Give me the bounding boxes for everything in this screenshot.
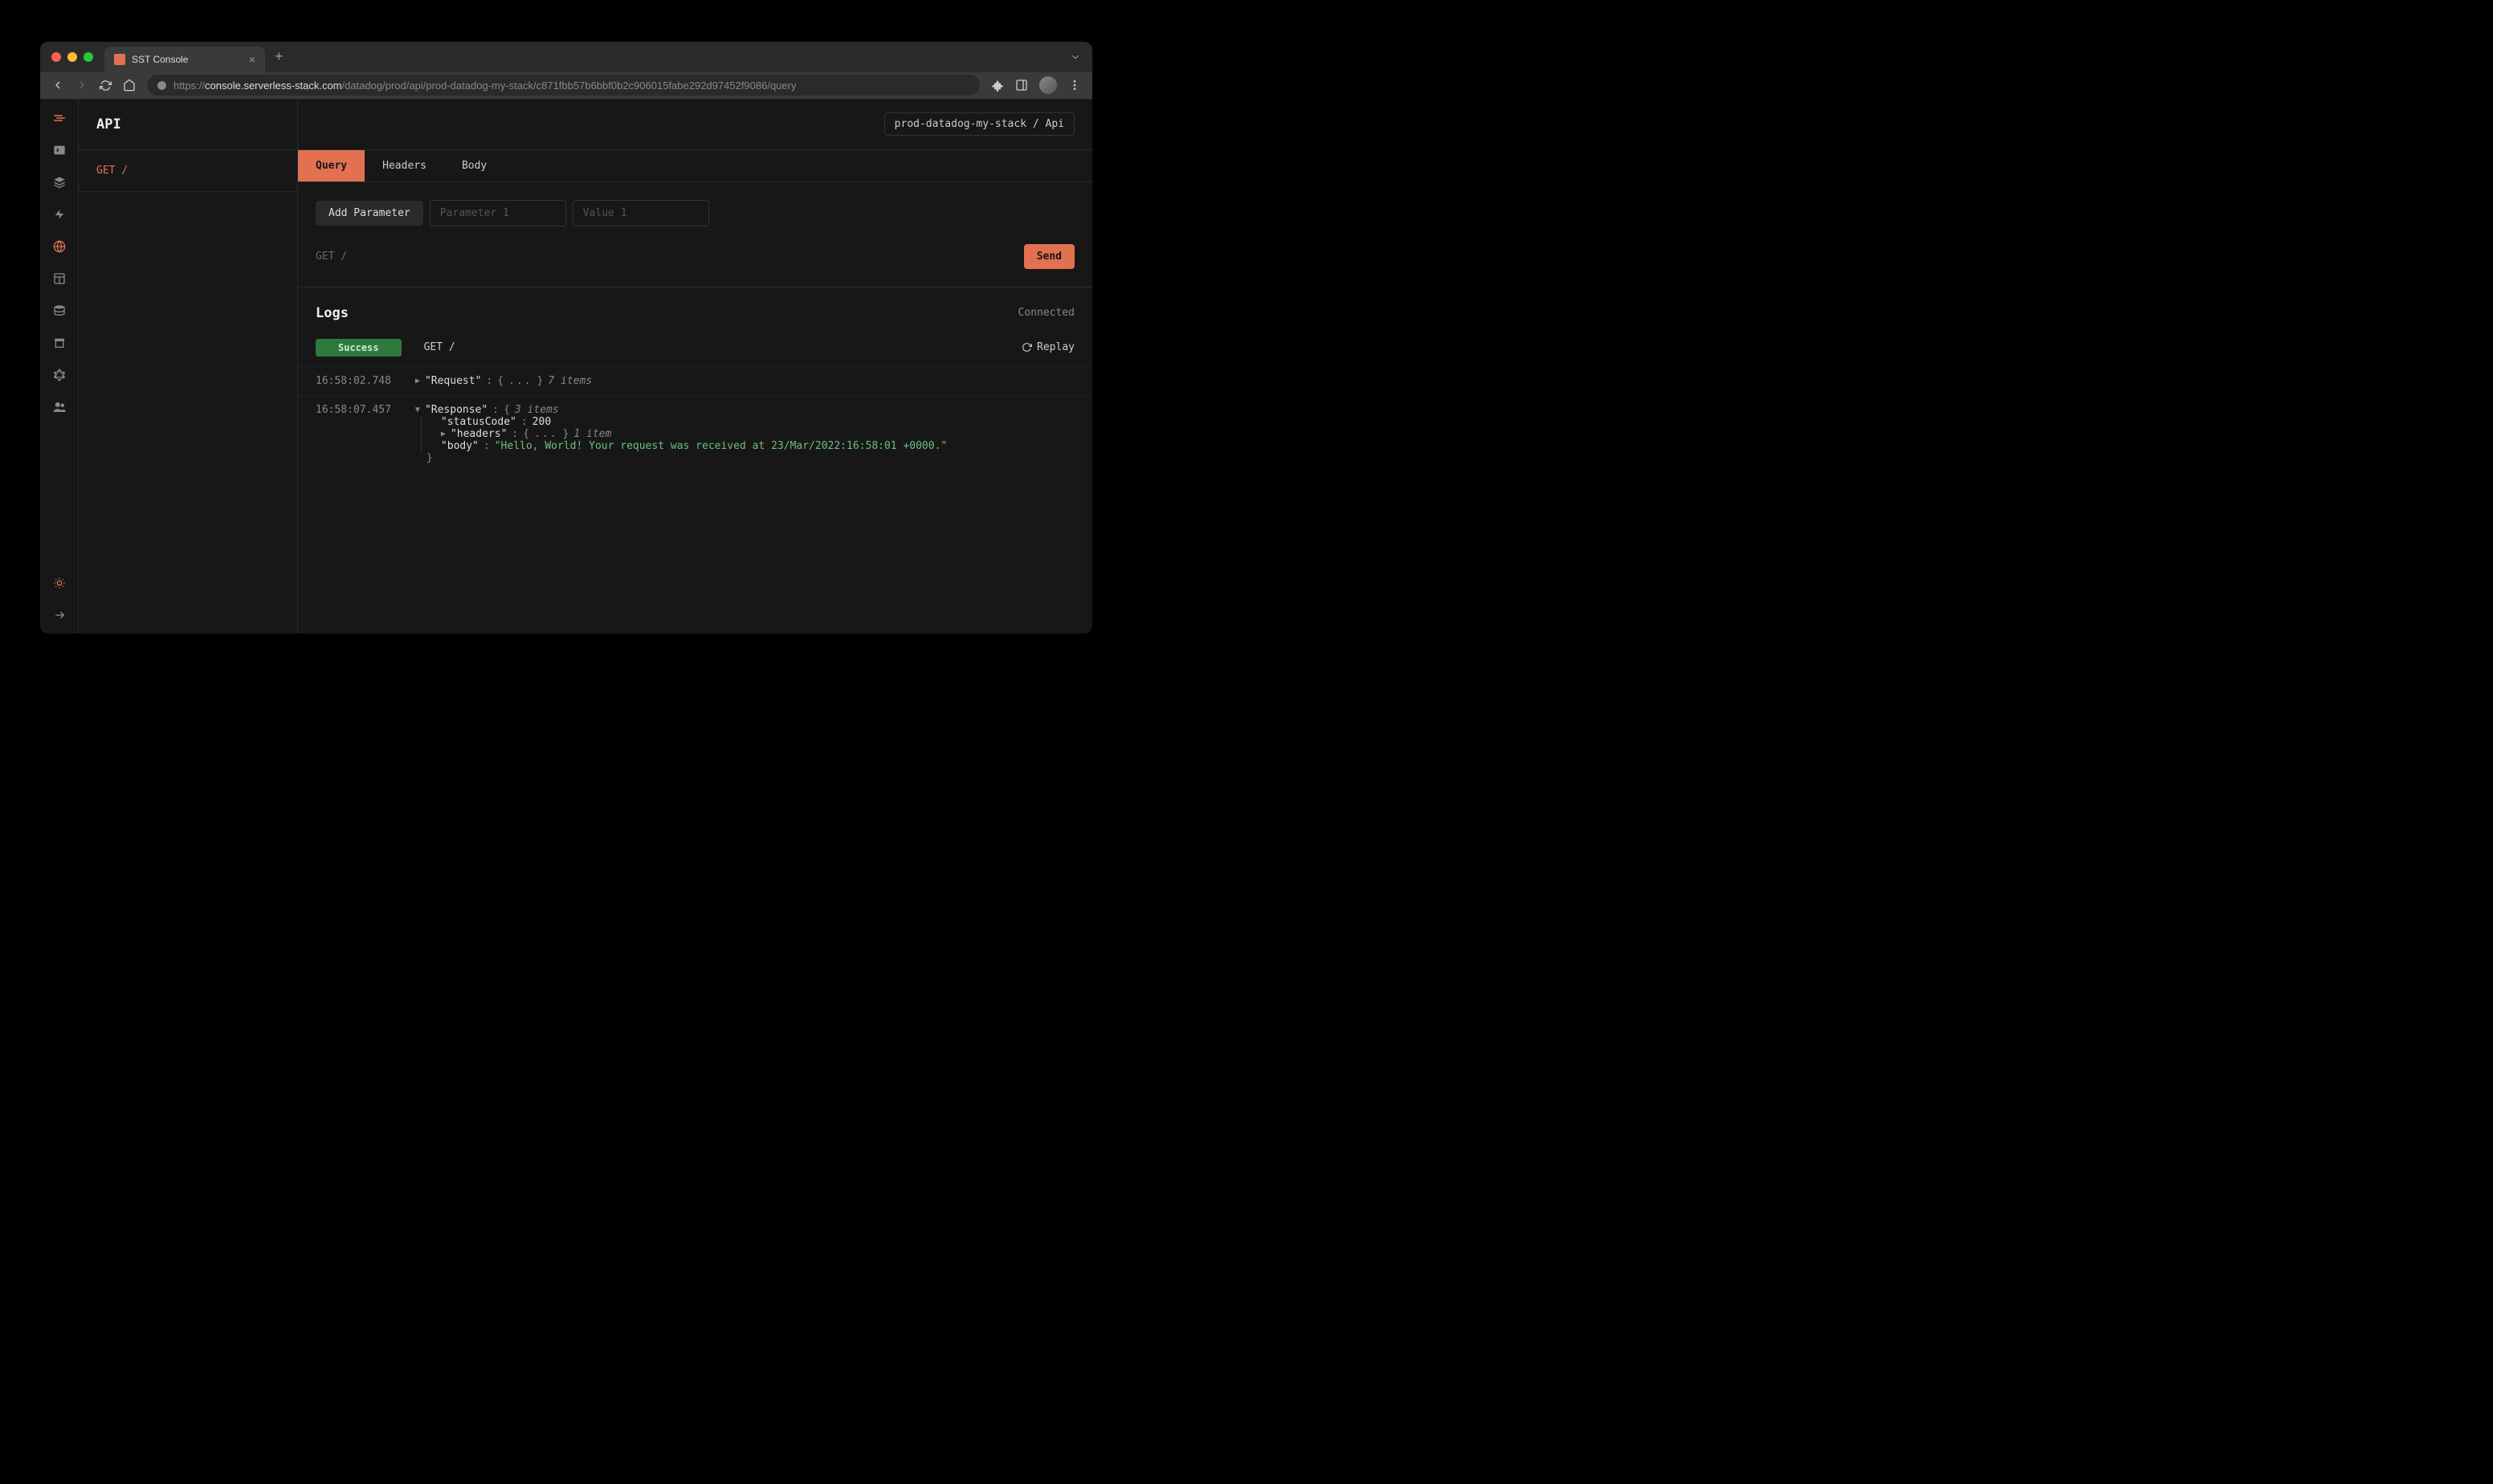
toolbar-actions xyxy=(991,76,1081,94)
page-title: API xyxy=(96,116,121,132)
archive-icon[interactable] xyxy=(52,336,67,350)
route-item[interactable]: GET / xyxy=(79,150,297,192)
send-button[interactable]: Send xyxy=(1024,244,1075,269)
panel-icon[interactable] xyxy=(1015,79,1028,92)
log-timestamp: 16:58:07.457 xyxy=(316,404,391,464)
address-bar[interactable]: https://console.serverless-stack.com/dat… xyxy=(147,75,980,96)
tabs-dropdown-icon[interactable] xyxy=(1070,51,1081,63)
log-timestamp: 16:58:02.748 xyxy=(316,375,391,387)
menu-icon[interactable] xyxy=(1068,79,1081,92)
connection-status: Connected xyxy=(1018,307,1075,319)
forward-button[interactable] xyxy=(75,79,88,92)
profile-avatar[interactable] xyxy=(1039,76,1057,94)
window-controls xyxy=(51,52,93,62)
app: API GET / prod-datadog-my-stack / Api Qu… xyxy=(40,100,1092,634)
breadcrumb[interactable]: prod-datadog-my-stack / Api xyxy=(884,112,1075,136)
back-button[interactable] xyxy=(51,79,64,92)
log-entry: 16:58:02.748 ▶ "Request" : {...} 7 items xyxy=(298,366,1092,395)
replay-icon xyxy=(1022,342,1032,353)
log-tree: ▼ "Response" : { 3 items "statusCode" : … xyxy=(415,404,947,464)
tab-body[interactable]: Body xyxy=(444,150,504,181)
new-tab-button[interactable]: + xyxy=(275,48,284,65)
send-row: GET / Send xyxy=(298,244,1092,287)
tab-title: SST Console xyxy=(132,54,188,65)
log-tree: ▶ "Request" : {...} 7 items xyxy=(415,375,592,387)
graphql-icon[interactable] xyxy=(52,368,67,382)
log-summary: Success GET / Replay xyxy=(298,339,1092,366)
collapse-icon[interactable] xyxy=(52,608,67,622)
url-text: https://console.serverless-stack.com/dat… xyxy=(173,80,796,92)
expand-icon[interactable]: ▶ xyxy=(415,377,420,385)
status-badge: Success xyxy=(316,339,402,357)
titlebar: SST Console × + xyxy=(40,42,1092,72)
collapse-icon[interactable]: ▼ xyxy=(415,406,420,414)
terminal-icon[interactable] xyxy=(52,143,67,157)
close-tab-icon[interactable]: × xyxy=(249,53,255,66)
maximize-window-icon[interactable] xyxy=(84,52,93,62)
logs-header: Logs Connected xyxy=(298,287,1092,339)
site-info-icon xyxy=(157,80,167,91)
expand-icon[interactable]: ▶ xyxy=(441,430,446,438)
extensions-icon[interactable] xyxy=(991,79,1004,92)
minimize-window-icon[interactable] xyxy=(67,52,77,62)
home-button[interactable] xyxy=(123,79,136,92)
tab-favicon-icon xyxy=(114,54,125,65)
globe-icon[interactable] xyxy=(52,239,67,254)
browser-tab[interactable]: SST Console × xyxy=(104,47,265,72)
sun-icon[interactable] xyxy=(52,576,67,590)
request-tabs: Query Headers Body xyxy=(298,150,504,182)
logs-title: Logs xyxy=(316,305,349,321)
main: prod-datadog-my-stack / Api Query Header… xyxy=(298,100,1092,634)
users-icon[interactable] xyxy=(52,400,67,414)
log-route-label: GET / xyxy=(424,341,455,353)
tab-headers[interactable]: Headers xyxy=(365,150,444,181)
param-name-input[interactable] xyxy=(430,200,566,226)
sst-logo-icon[interactable] xyxy=(52,111,67,125)
replay-button[interactable]: Replay xyxy=(1022,341,1075,353)
browser-toolbar: https://console.serverless-stack.com/dat… xyxy=(40,72,1092,100)
bolt-icon[interactable] xyxy=(52,207,67,222)
main-header: prod-datadog-my-stack / Api xyxy=(298,100,1092,150)
browser-window: SST Console × + https://console.serverle… xyxy=(40,42,1092,634)
add-parameter-button[interactable]: Add Parameter xyxy=(316,201,423,226)
params-row: Add Parameter xyxy=(298,182,1092,244)
request-route-label: GET / xyxy=(316,251,347,263)
layers-icon[interactable] xyxy=(52,175,67,190)
sidebar-header: API xyxy=(79,100,297,150)
table-icon[interactable] xyxy=(52,271,67,286)
database-icon[interactable] xyxy=(52,304,67,318)
param-value-input[interactable] xyxy=(573,200,709,226)
close-window-icon[interactable] xyxy=(51,52,61,62)
nav-rail xyxy=(40,100,79,634)
tab-query[interactable]: Query xyxy=(298,150,365,181)
reload-button[interactable] xyxy=(100,80,112,92)
sidebar: API GET / xyxy=(79,100,298,634)
log-entry: 16:58:07.457 ▼ "Response" : { 3 items "s… xyxy=(298,395,1092,472)
